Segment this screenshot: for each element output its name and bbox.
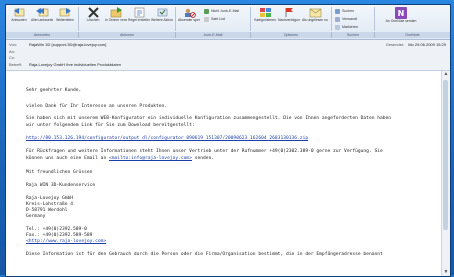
subject-label: Betreff:	[9, 62, 22, 67]
create-rule-icon	[134, 7, 144, 18]
message-body[interactable]: Sehr geehrter Kunde, vielen Dank für Ihr…	[6, 71, 442, 276]
group-separator	[250, 7, 251, 31]
categorize-icon	[259, 8, 271, 17]
website-link[interactable]: <http://www.raja-lovejoy.com>	[26, 239, 106, 245]
move-folder-button[interactable]: In Ordner verschieben	[105, 6, 127, 31]
group-separator	[175, 7, 176, 31]
mark-unread-button[interactable]: Als ungelesen markieren	[302, 6, 328, 31]
select-icon	[335, 24, 340, 30]
closing: Mit freundlichen Grüssen	[26, 170, 93, 175]
reply-all-icon	[35, 8, 48, 17]
cc-label: Cc:	[9, 55, 15, 60]
cc-row: Cc:	[9, 55, 29, 61]
desktop-background: Antworten Allen antworten Weiterleiten L…	[0, 0, 454, 277]
send-to-onenote-button[interactable]: N An OneNote senden	[384, 6, 418, 31]
paragraph-2-prefix: können uns auch eine Email an	[26, 156, 109, 161]
email-link[interactable]: <mailto:info@raja-lovejoy.com>	[109, 156, 192, 161]
reply-all-button[interactable]: Allen antworten	[31, 6, 53, 31]
follow-up-label: Nachverfolgung	[278, 18, 300, 22]
other-actions-icon	[157, 8, 167, 17]
create-rule-label: Regel erstellen	[128, 18, 150, 22]
scroll-up-icon[interactable]: ▲	[442, 71, 450, 78]
group-label-actions: Aktionen	[79, 32, 176, 38]
greeting: Sehr geehrter Kunde,	[26, 88, 82, 93]
follow-up-icon	[285, 8, 293, 17]
group-separator	[78, 7, 79, 31]
block-sender-label: Absender sperren	[178, 18, 200, 22]
follow-up-button[interactable]: Nachverfolgung	[278, 6, 300, 31]
safe-list-label: Safe List	[211, 17, 225, 21]
block-sender-icon	[184, 8, 196, 18]
download-link[interactable]: http://80.153.126.194/configurator/outpu…	[26, 136, 308, 142]
sent-value: Mo 29.06.2009 15:29	[408, 42, 446, 47]
create-rule-button[interactable]: Regel erstellen	[128, 6, 150, 31]
delete-icon	[87, 7, 99, 18]
group-separator	[331, 7, 332, 31]
not-junk-button[interactable]: Nicht Junk-E-Mail	[204, 8, 239, 14]
sent-row: Gesendet: Mo 29.06.2009 15:29	[386, 42, 446, 47]
paragraph-1-line-2: wir unter folgendem Link für Sie zum Dow…	[26, 123, 195, 128]
mark-unread-label: Als ungelesen markieren	[302, 18, 328, 22]
move-folder-label: In Ordner verschieben	[105, 18, 127, 22]
other-actions-button[interactable]: Weitere Aktionen	[151, 6, 173, 31]
disclaimer: Diese Information ist für den Gebrauch d…	[26, 252, 383, 257]
related-icon	[335, 16, 340, 22]
onenote-icon: N	[395, 7, 407, 19]
move-folder-icon	[110, 7, 122, 18]
categorize-button[interactable]: Kategorisieren	[254, 6, 276, 31]
select-label: Markieren	[342, 25, 358, 29]
group-separator	[374, 7, 375, 31]
subject-value: Raja-Lovejoy GmbH Ihre individuellen Pro…	[29, 62, 122, 67]
reply-all-label: Allen antworten	[31, 18, 53, 22]
message-window: Antworten Allen antworten Weiterleiten L…	[5, 4, 451, 277]
paragraph-2-suffix: senden.	[191, 156, 215, 161]
scroll-thumb[interactable]	[443, 80, 448, 230]
send-to-onenote-label: An OneNote senden	[385, 19, 417, 23]
from-value[interactable]: RajaWin 3D [support-3D@raja-lovejoy.com]	[29, 42, 106, 47]
message-header: Von: RajaWin 3D [support-3D@raja-lovejoy.…	[6, 40, 450, 71]
from-row: Von: RajaWin 3D [support-3D@raja-lovejoy.…	[9, 42, 106, 48]
other-actions-label: Weitere Aktionen	[151, 18, 173, 22]
svg-text:N: N	[398, 9, 405, 18]
reply-icon	[13, 8, 24, 17]
group-label-junk: Junk-E-Mail	[176, 32, 251, 38]
forward-button[interactable]: Weiterleiten	[54, 6, 76, 31]
related-label: Verwandt	[342, 17, 357, 21]
ribbon-toolbar: Antworten Allen antworten Weiterleiten L…	[6, 5, 450, 40]
find-icon	[335, 8, 340, 14]
subject-row: Betreff: Raja-Lovejoy GmbH Ihre individue…	[9, 62, 121, 68]
delete-button[interactable]: Löschen	[82, 6, 104, 31]
group-label-onenote: OneNote	[375, 32, 450, 38]
paragraph-2-line-2: können uns auch eine Email an <mailto:in…	[26, 156, 214, 162]
safe-list-icon	[204, 16, 209, 22]
find-button[interactable]: Suchen	[335, 8, 354, 14]
select-button[interactable]: Markieren	[335, 24, 358, 30]
mark-unread-icon	[309, 8, 321, 18]
signature-country: Germany	[26, 214, 46, 219]
find-label: Suchen	[342, 9, 355, 13]
group-label-respond: Antworten	[6, 32, 79, 38]
sent-label: Gesendet:	[385, 42, 405, 47]
vertical-scrollbar[interactable]: ▲ ▼	[441, 71, 450, 276]
group-label-options: Optionen	[251, 32, 332, 38]
reply-label: Antworten	[11, 18, 27, 22]
delete-label: Löschen	[86, 18, 100, 22]
group-label-find: Suchen	[332, 32, 375, 38]
reply-button[interactable]: Antworten	[8, 6, 30, 31]
not-junk-label: Nicht Junk-E-Mail	[211, 9, 240, 13]
categorize-label: Kategorisieren	[254, 18, 276, 22]
block-sender-button[interactable]: Absender sperren	[178, 6, 200, 31]
from-label: Von:	[9, 42, 18, 47]
paragraph-2-line-1: Für Rückfragen und weitere Informationen…	[26, 149, 383, 154]
forward-label: Weiterleiten	[56, 18, 74, 22]
related-button[interactable]: Verwandt	[335, 16, 357, 22]
thanks-line: vielen Dank für Ihr Interesse an unseren…	[26, 104, 168, 109]
signature-department: Raja WIN 3D-Kundenservice	[26, 183, 96, 188]
paragraph-1-line-1: Sie haben sich mit unserem WEB-Konfigura…	[26, 116, 392, 121]
safe-list-button[interactable]: Safe List	[204, 16, 225, 22]
not-junk-icon	[204, 8, 209, 14]
forward-icon	[59, 8, 71, 17]
